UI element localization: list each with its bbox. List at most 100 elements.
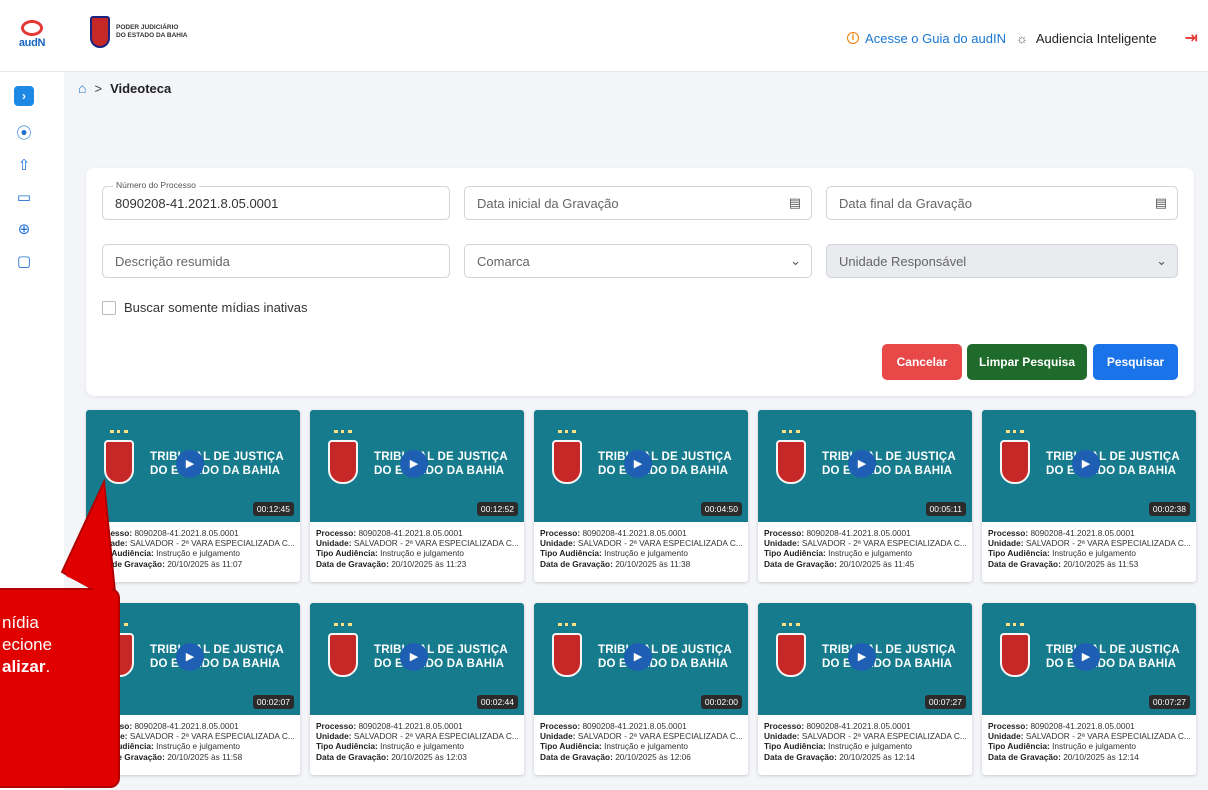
duration-badge: 00:02:00 [700, 695, 742, 709]
play-circle-icon[interactable]: ⦿ [12, 124, 36, 144]
meta-type-label: Tipo Audiência: [316, 548, 378, 559]
meta-date-label: Data de Gravação: [764, 751, 837, 762]
meta-type-label: Tipo Audiência: [92, 548, 154, 559]
description-field[interactable]: Descrição resumida [102, 244, 450, 278]
video-meta: Processo: 8090208-41.2021.8.05.0001Unida… [540, 721, 744, 762]
video-card[interactable]: TRIBUNAL DE JUSTIÇA DO ESTADO DA BAHIA ▶ 00… [758, 603, 972, 775]
meta-date-label: Data de Gravação: [764, 558, 837, 569]
folder-icon[interactable]: ▭ [12, 188, 36, 208]
play-icon[interactable]: ▶ [176, 450, 204, 478]
play-icon[interactable]: ▶ [848, 643, 876, 671]
audin-logo[interactable]: audN [16, 20, 48, 56]
meta-date-value: 20/10/2025 às 12:14 [1063, 751, 1139, 762]
add-circle-icon[interactable]: ⊕ [12, 220, 36, 240]
play-icon[interactable]: ▶ [1072, 450, 1100, 478]
thumbnail-line-1: TRIBUNAL DE JUSTIÇA [374, 451, 508, 463]
inactive-media-option[interactable]: Buscar somente mídias inativas [102, 300, 308, 315]
meta-type-label: Tipo Audiência: [540, 741, 602, 752]
video-thumbnail[interactable]: TRIBUNAL DE JUSTIÇA DO ESTADO DA BAHIA ▶ 00… [534, 410, 748, 522]
meta-unit-value: SALVADOR - 2ª VARA ESPECIALIZADA C... [1025, 538, 1191, 549]
play-icon[interactable]: ▶ [624, 643, 652, 671]
video-card[interactable]: TRIBUNAL DE JUSTIÇA DO ESTADO DA BAHIA ▶ 00… [758, 410, 972, 582]
meta-process-label: Processo: [764, 721, 805, 731]
comarca-select[interactable]: Comarca ⌄ [464, 244, 812, 278]
crest-icon [776, 430, 806, 484]
guide-link[interactable]: i Acesse o Guia do audIN [847, 31, 1006, 46]
video-meta: Processo: 8090208-41.2021.8.05.0001Unida… [92, 721, 296, 762]
thumbnail-line-1: TRIBUNAL DE JUSTIÇA [1046, 451, 1180, 463]
meta-date-value: 20/10/2025 às 12:14 [839, 751, 915, 762]
chevron-down-icon: ⌄ [790, 253, 801, 268]
guide-link-label: Acesse o Guia do audIN [865, 30, 1006, 46]
thumbnail-line-2: DO ESTADO DA BAHIA [598, 658, 729, 670]
tjba-logo: PODER JUDICIÁRIO DO ESTADO DA BAHIA [90, 16, 188, 48]
video-card[interactable]: TRIBUNAL DE JUSTIÇA DO ESTADO DA BAHIA ▶ 00… [534, 603, 748, 775]
play-icon[interactable]: ▶ [848, 450, 876, 478]
meta-unit-value: SALVADOR - 2ª VARA ESPECIALIZADA C... [577, 538, 743, 549]
meta-process-value: 8090208-41.2021.8.05.0001 [358, 721, 463, 731]
search-button[interactable]: Pesquisar [1093, 344, 1178, 380]
meta-type-label: Tipo Audiência: [988, 548, 1050, 559]
thumbnail-title: TRIBUNAL DE JUSTIÇA DO ESTADO DA BAHIA [822, 450, 956, 478]
upload-icon[interactable]: ⇧ [12, 156, 36, 176]
meta-type-label: Tipo Audiência: [988, 741, 1050, 752]
clear-search-button[interactable]: Limpar Pesquisa [967, 344, 1087, 380]
home-icon[interactable]: ⌂ [78, 80, 86, 96]
monitor-icon[interactable]: ▢ [12, 252, 36, 272]
end-date-field[interactable]: Data final da Gravação ▤ [826, 186, 1178, 220]
inactive-media-checkbox[interactable] [102, 300, 116, 315]
process-number-field[interactable]: Número do Processo 8090208-41.2021.8.05.… [102, 180, 450, 220]
video-thumbnail[interactable]: TRIBUNAL DE JUSTIÇA DO ESTADO DA BAHIA ▶ 00… [982, 603, 1196, 715]
meta-type-value: Instrução e julgamento [828, 548, 913, 559]
thumbnail-line-1: TRIBUNAL DE JUSTIÇA [598, 451, 732, 463]
crest-icon [1000, 623, 1030, 677]
search-panel: Número do Processo 8090208-41.2021.8.05.… [86, 168, 1194, 396]
video-thumbnail[interactable]: TRIBUNAL DE JUSTIÇA DO ESTADO DA BAHIA ▶ 00… [86, 410, 300, 522]
end-date-placeholder: Data final da Gravação [839, 195, 972, 211]
video-thumbnail[interactable]: TRIBUNAL DE JUSTIÇA DO ESTADO DA BAHIA ▶ 00… [310, 603, 524, 715]
play-icon[interactable]: ▶ [400, 450, 428, 478]
meta-type-label: Tipo Audiência: [316, 741, 378, 752]
calendar-icon[interactable]: ▤ [789, 195, 801, 211]
meta-process-label: Processo: [764, 528, 805, 538]
crest-icon [328, 430, 358, 484]
play-icon[interactable]: ▶ [400, 643, 428, 671]
video-thumbnail[interactable]: TRIBUNAL DE JUSTIÇA DO ESTADO DA BAHIA ▶ 00… [758, 603, 972, 715]
thumbnail-line-1: TRIBUNAL DE JUSTIÇA [150, 644, 284, 656]
thumbnail-title: TRIBUNAL DE JUSTIÇA DO ESTADO DA BAHIA [150, 450, 284, 478]
meta-process-value: 8090208-41.2021.8.05.0001 [582, 528, 687, 538]
process-number-value: 8090208-41.2021.8.05.0001 [115, 195, 279, 211]
meta-date-label: Data de Gravação: [316, 751, 389, 762]
video-card[interactable]: TRIBUNAL DE JUSTIÇA DO ESTADO DA BAHIA ▶ 00… [310, 603, 524, 775]
thumbnail-line-1: TRIBUNAL DE JUSTIÇA [822, 644, 956, 656]
thumbnail-line-1: TRIBUNAL DE JUSTIÇA [1046, 644, 1180, 656]
crest-icon [328, 623, 358, 677]
logout-icon[interactable]: ⇥ [1185, 28, 1198, 48]
video-thumbnail[interactable]: TRIBUNAL DE JUSTIÇA DO ESTADO DA BAHIA ▶ 00… [534, 603, 748, 715]
play-icon[interactable]: ▶ [624, 450, 652, 478]
video-card[interactable]: TRIBUNAL DE JUSTIÇA DO ESTADO DA BAHIA ▶ 00… [534, 410, 748, 582]
start-date-field[interactable]: Data inicial da Gravação ▤ [464, 186, 812, 220]
video-thumbnail[interactable]: TRIBUNAL DE JUSTIÇA DO ESTADO DA BAHIA ▶ 00… [982, 410, 1196, 522]
video-card[interactable]: TRIBUNAL DE JUSTIÇA DO ESTADO DA BAHIA ▶ 00… [86, 410, 300, 582]
breadcrumb: ⌂ > Videoteca [78, 80, 171, 96]
play-icon[interactable]: ▶ [1072, 643, 1100, 671]
video-thumbnail[interactable]: TRIBUNAL DE JUSTIÇA DO ESTADO DA BAHIA ▶ 00… [758, 410, 972, 522]
sidebar-toggle-button[interactable]: › [14, 86, 34, 106]
video-card[interactable]: TRIBUNAL DE JUSTIÇA DO ESTADO DA BAHIA ▶ 00… [982, 410, 1196, 582]
thumbnail-line-2: DO ESTADO DA BAHIA [374, 465, 505, 477]
video-card[interactable]: TRIBUNAL DE JUSTIÇA DO ESTADO DA BAHIA ▶ 00… [310, 410, 524, 582]
info-icon: i [847, 32, 860, 44]
thumbnail-title: TRIBUNAL DE JUSTIÇA DO ESTADO DA BAHIA [150, 643, 284, 671]
meta-type-value: Instrução e julgamento [1052, 548, 1137, 559]
video-thumbnail[interactable]: TRIBUNAL DE JUSTIÇA DO ESTADO DA BAHIA ▶ 00… [310, 410, 524, 522]
play-icon[interactable]: ▶ [176, 643, 204, 671]
sun-icon[interactable]: ☼ [1016, 31, 1028, 46]
cancel-button[interactable]: Cancelar [882, 344, 962, 380]
video-card[interactable]: TRIBUNAL DE JUSTIÇA DO ESTADO DA BAHIA ▶ 00… [982, 603, 1196, 775]
video-meta: Processo: 8090208-41.2021.8.05.0001Unida… [764, 721, 968, 762]
meta-process-value: 8090208-41.2021.8.05.0001 [1030, 528, 1135, 538]
calendar-icon[interactable]: ▤ [1155, 195, 1167, 211]
meta-unit-label: Unidade: [988, 731, 1024, 742]
meta-date-label: Data de Gravação: [988, 751, 1061, 762]
